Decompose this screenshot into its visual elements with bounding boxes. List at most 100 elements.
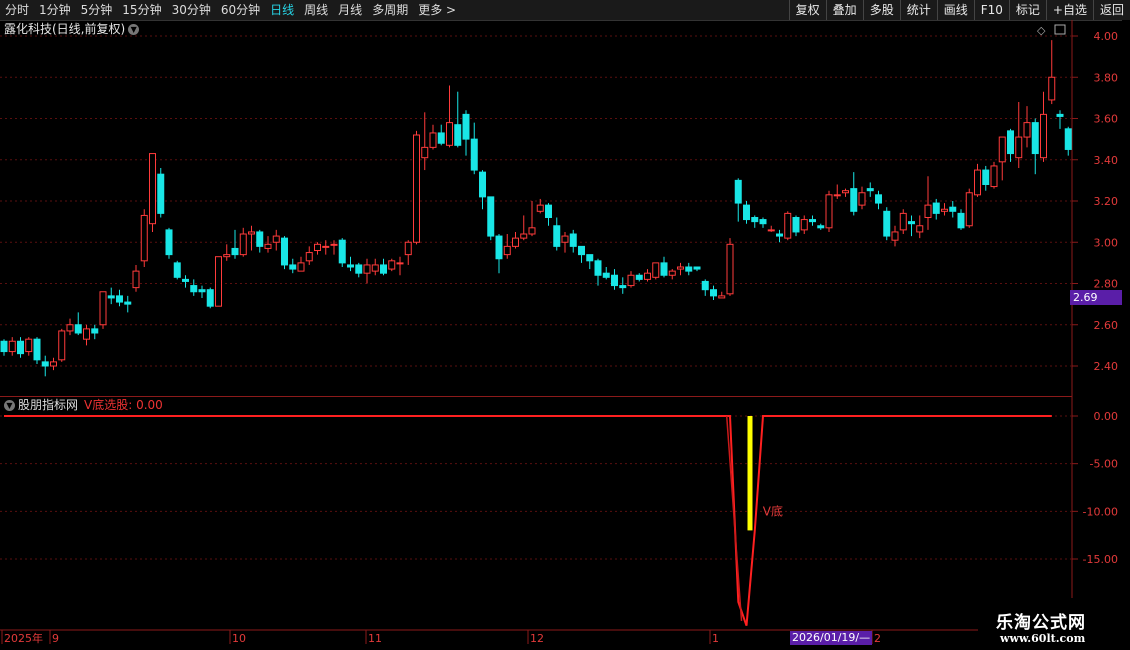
candle-down [165,229,173,256]
candle-up [25,338,33,353]
candle-down [586,254,594,262]
candle-up [842,190,849,194]
candle-up [239,233,247,256]
candle-down [173,262,181,278]
candle-up [677,266,684,270]
time-tick-label: 9 [52,632,59,645]
candle-down [437,132,445,144]
candle-down [380,264,387,274]
crosshair-date-tag: 2026/01/19/— [790,631,873,645]
candle-down [157,173,165,214]
time-tick-label: 11 [368,632,382,645]
candle-up [50,361,57,367]
indicator-line [4,415,1052,627]
candle-down [569,233,577,247]
price-tick-label: 3.60 [1094,113,1119,126]
candle-down [660,262,668,276]
candle-up [520,233,528,239]
signal-label: V底 [763,503,783,518]
candle-up [561,235,569,243]
indicator-line-2 [725,415,743,622]
candle-down [495,235,503,260]
candle-up [223,254,231,258]
panel-toggle-icon [1054,24,1066,35]
candle-up [371,264,379,272]
candle-up [974,169,981,196]
candle-up [413,134,420,243]
candle-up [784,212,792,239]
time-tick-label: 10 [232,632,246,645]
candle-up [965,192,973,227]
candle-down [685,266,693,272]
candle-up [330,243,338,246]
candle-up [726,243,734,295]
price-tick-label: 3.00 [1094,236,1119,249]
indicator-tick-label: 0.00 [1094,410,1119,423]
candle-up [899,212,907,231]
chevron-down-icon[interactable]: ▼ [4,400,15,411]
price-tick-label: 3.40 [1094,154,1119,167]
candle-up [825,194,833,229]
price-tick-label: 3.80 [1094,71,1119,84]
candle-up [388,260,396,270]
price-tick-label: 4.00 [1094,30,1119,43]
candle-down [611,274,618,287]
candle-up [1023,122,1031,138]
diamond-icon: ◇ [1037,24,1046,37]
candle-down [594,260,602,276]
candle-down [759,219,767,225]
candle-down [809,219,816,223]
candle-down [776,233,783,237]
time-tick-label: 12 [530,632,544,645]
candle-up [528,227,536,235]
pane-divider [0,396,1072,397]
candle-down [107,295,115,299]
candle-up [1015,136,1023,159]
watermark-logo: 乐淘公式网 www.60lt.com [978,598,1130,650]
candle-up [858,192,866,206]
price-tick-label: 3.20 [1094,195,1119,208]
candle-down [866,188,874,192]
candle-down [693,266,701,270]
candle-up [941,208,948,212]
candle-up [1048,76,1056,101]
candle-down [1064,128,1072,150]
candle-down [850,188,858,212]
candle-down [701,280,709,291]
indicator-title: ▼ 股朋指标网 V底选股: 0.00 [4,398,163,412]
candle-down [545,204,552,218]
logo-title: 乐淘公式网 [996,613,1086,633]
candle-down [751,217,759,223]
candle-down [116,295,123,303]
candle-up [891,231,899,241]
candle-down [817,225,825,229]
candle-up [140,214,148,262]
candle-down [875,194,882,204]
candle-down [41,361,49,367]
candle-up [833,194,841,197]
candle-up [132,270,140,289]
candle-up [149,153,156,225]
candle-up [627,274,635,287]
signal-bar [747,416,753,531]
candle-down [734,179,742,204]
candle-down [908,221,915,225]
candle-up [8,340,16,353]
candle-up [644,272,651,280]
candle-down [602,272,610,278]
candle-down [792,217,800,233]
current-price-tag: 2.69 [1070,290,1122,305]
candle-down [1031,122,1039,155]
candle-down [355,264,363,274]
candle-down [982,169,990,185]
candle-up [767,229,775,232]
candle-up [322,245,330,248]
candle-down [957,212,965,229]
candle-down [91,328,99,334]
candle-down [949,206,957,212]
candle-down [883,210,891,237]
candle-up [404,241,412,256]
candle-down [0,340,8,353]
indicator-tick-label: -10.00 [1083,505,1118,518]
candlestick-chart: 4.00 3.80 3.60 3.40 3.20 3.00 2.80 2.60 2.40 0.00… [0,20,1119,645]
